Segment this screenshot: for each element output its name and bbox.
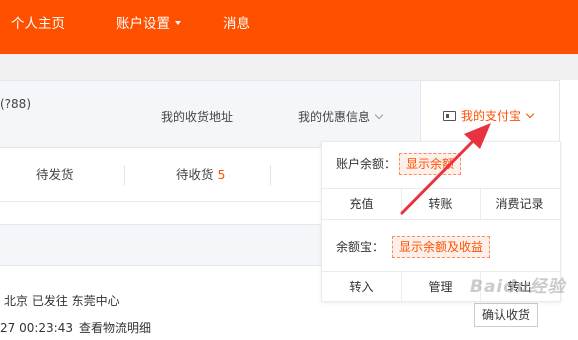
to-receive-count-badge: 5 xyxy=(217,167,226,182)
nav-home-link[interactable]: 个人主页 xyxy=(11,16,65,32)
chevron-down-icon xyxy=(374,110,384,120)
address-link[interactable]: 我的收货地址 xyxy=(161,110,233,124)
nav-account-settings[interactable]: 账户设置 xyxy=(116,16,181,32)
tab-to-receive-label: 待收货 xyxy=(176,167,214,182)
spacer-strip xyxy=(0,54,578,80)
coupon-link[interactable]: 我的优惠信息 xyxy=(298,110,384,124)
top-nav-bar: 个人主页 账户设置 消息 xyxy=(0,0,578,54)
logistics-time: 27 00:23:43 xyxy=(0,321,73,335)
chevron-down-icon xyxy=(525,109,535,119)
tab-to-ship[interactable]: 待发货 xyxy=(36,168,74,182)
status-divider xyxy=(270,165,271,185)
caret-down-icon xyxy=(175,21,181,25)
transfer-in-link[interactable]: 转入 xyxy=(322,272,401,302)
coupon-link-label: 我的优惠信息 xyxy=(298,110,371,124)
alipay-tab-text: 我的支付宝 xyxy=(461,109,522,123)
status-divider xyxy=(124,165,125,185)
show-balance-button[interactable]: 显示余额 xyxy=(399,153,462,175)
id-card-icon xyxy=(443,111,456,121)
spending-records-link[interactable]: 消费记录 xyxy=(480,189,559,219)
balance-label: 账户余额： xyxy=(336,157,397,171)
nav-messages-link[interactable]: 消息 xyxy=(223,16,250,32)
dropdown-divider xyxy=(322,219,560,220)
view-logistics-link[interactable]: 查看物流明细 xyxy=(79,321,151,335)
watermark-logo: Baidu经验 xyxy=(470,277,566,297)
alipay-tab-label: 我的支付宝 xyxy=(461,109,535,123)
confirm-receipt-button[interactable]: 确认收货 xyxy=(474,303,538,327)
transfer-link[interactable]: 转账 xyxy=(401,189,480,219)
show-yuebao-button[interactable]: 显示余额及收益 xyxy=(392,236,491,258)
alipay-tab[interactable]: 我的支付宝 xyxy=(420,80,560,148)
yuebao-label: 余额宝： xyxy=(336,240,385,254)
manage-link[interactable]: 管理 xyxy=(401,272,480,302)
recharge-link[interactable]: 充值 xyxy=(322,189,401,219)
logistics-status-text: 北京 已发往 东莞中心 xyxy=(4,294,120,308)
truncated-account-info: (?88) xyxy=(0,97,32,111)
nav-account-settings-label: 账户设置 xyxy=(116,16,170,32)
tab-to-receive[interactable]: 待收货 5 xyxy=(176,168,225,182)
